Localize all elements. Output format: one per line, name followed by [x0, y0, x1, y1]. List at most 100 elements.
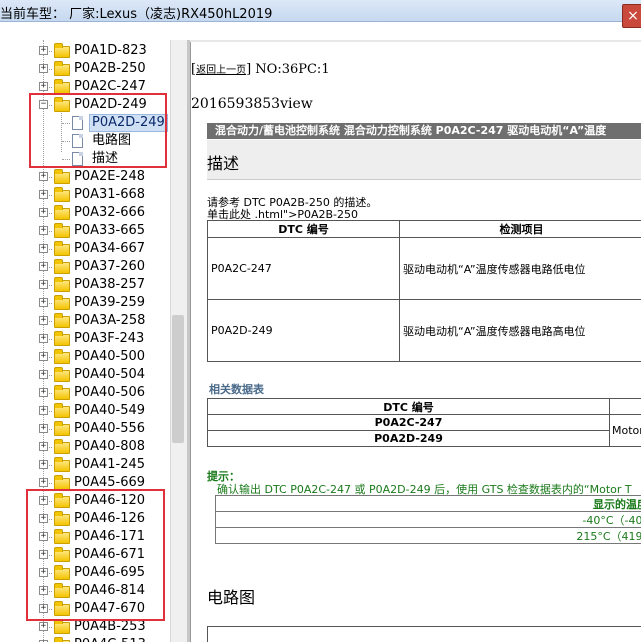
- expand-icon[interactable]: +: [39, 388, 48, 397]
- tree-node-label[interactable]: P0A4C-513: [74, 637, 146, 642]
- tree-node-folder[interactable]: + P0A40-504: [0, 366, 170, 384]
- folder-icon: [54, 241, 70, 256]
- dtc-table-cell-item-text: 驱动电动机“A”温度传感器电路低电位: [403, 262, 586, 276]
- tree-node-folder[interactable]: + P0A1D-823: [0, 42, 170, 60]
- tree-node-folder[interactable]: + P0A40-506: [0, 384, 170, 402]
- content-pane: [返回上一页] NO:36PC:1 2016593853view 混合动力/蓄电…: [190, 40, 641, 642]
- tree-node-folder[interactable]: + P0A39-259: [0, 294, 170, 312]
- tree-node-label[interactable]: P0A40-506: [74, 385, 145, 401]
- tree-node-folder[interactable]: + P0A2B-250: [0, 60, 170, 78]
- tree-node-label[interactable]: P0A31-668: [74, 187, 145, 203]
- tree-node-label[interactable]: P0A2B-250: [74, 61, 146, 77]
- tree-node-label[interactable]: P0A39-259: [74, 295, 145, 311]
- tree-node-label[interactable]: P0A40-549: [74, 403, 145, 419]
- content-top-border: [190, 40, 641, 42]
- dtc-table-cell-item: 驱动电动机“A”温度传感器电路高电位: [399, 299, 641, 362]
- folder-icon: [54, 367, 70, 382]
- highlight-box-expanded: [29, 93, 167, 168]
- tree-node-label[interactable]: P0A2E-248: [74, 169, 145, 185]
- tree-node-folder[interactable]: +P0A4C-513: [0, 636, 170, 642]
- related-table-cell-side: Motor: [609, 414, 641, 447]
- expand-icon[interactable]: +: [39, 334, 48, 343]
- tree-node-folder[interactable]: + P0A32-666: [0, 204, 170, 222]
- expand-icon[interactable]: +: [39, 172, 48, 181]
- folder-icon: [54, 313, 70, 328]
- tree-node-folder[interactable]: + P0A3F-243: [0, 330, 170, 348]
- folder-icon: [54, 259, 70, 274]
- expand-icon[interactable]: +: [39, 316, 48, 325]
- view-id: 2016593853view: [191, 96, 313, 112]
- expand-icon[interactable]: +: [39, 370, 48, 379]
- back-link[interactable]: 返回上一页: [196, 65, 246, 76]
- tree-node-folder[interactable]: + P0A31-668: [0, 186, 170, 204]
- tree-node-label[interactable]: P0A4B-253: [74, 619, 146, 635]
- tree-node-folder[interactable]: + P0A3A-258: [0, 312, 170, 330]
- expand-icon[interactable]: +: [39, 190, 48, 199]
- tree-node-folder[interactable]: + P0A2E-248: [0, 168, 170, 186]
- tree-scrollbar-thumb[interactable]: [172, 315, 184, 443]
- tree-node-label[interactable]: P0A32-666: [74, 205, 145, 221]
- hint-table-cell-text: -40°C（-40°: [582, 513, 641, 527]
- dtc-table-header-code: DTC 编号: [207, 220, 400, 238]
- dtc-table-cell-item-text: 驱动电动机“A”温度传感器电路高电位: [403, 324, 586, 338]
- expand-icon[interactable]: +: [39, 64, 48, 73]
- expand-icon[interactable]: +: [39, 262, 48, 271]
- tree-node-folder[interactable]: + P0A37-260: [0, 258, 170, 276]
- folder-icon: [54, 295, 70, 310]
- tree-node-label[interactable]: P0A40-504: [74, 367, 145, 383]
- section-title-description: 描述: [207, 154, 240, 173]
- expand-icon[interactable]: +: [39, 424, 48, 433]
- tree-node-folder[interactable]: + P0A33-665: [0, 222, 170, 240]
- circuit-frame: [207, 626, 641, 642]
- tree-node-folder[interactable]: + P0A34-667: [0, 240, 170, 258]
- expand-icon[interactable]: +: [39, 208, 48, 217]
- expand-icon[interactable]: +: [39, 442, 48, 451]
- close-icon: ×: [627, 8, 639, 24]
- tree-node-label[interactable]: P0A37-260: [74, 259, 145, 275]
- nav-bar: [返回上一页] NO:36PC:1: [191, 61, 330, 77]
- folder-icon: [54, 331, 70, 346]
- expand-icon[interactable]: +: [39, 244, 48, 253]
- tree-node-label[interactable]: P0A3A-258: [74, 313, 145, 329]
- tree-node-folder[interactable]: + P0A40-556: [0, 420, 170, 438]
- folder-icon: [54, 421, 70, 436]
- folder-icon: [54, 187, 70, 202]
- folder-icon: [54, 277, 70, 292]
- folder-icon: [54, 223, 70, 238]
- dtc-table-header-item: 检测项目: [399, 220, 641, 238]
- tree-node-folder[interactable]: + P0A40-549: [0, 402, 170, 420]
- tree-node-label[interactable]: P0A34-667: [74, 241, 145, 257]
- tree-node-label[interactable]: P0A40-556: [74, 421, 145, 437]
- hint-table-cell-text: 215°C（419°: [576, 529, 641, 543]
- expand-icon[interactable]: +: [39, 460, 48, 469]
- related-table-cell-code-text: P0A2D-249: [374, 432, 443, 445]
- expand-icon[interactable]: +: [39, 478, 48, 487]
- expand-icon[interactable]: +: [39, 226, 48, 235]
- tree-node-label[interactable]: P0A40-808: [74, 439, 145, 455]
- tree-node-label[interactable]: P0A33-665: [74, 223, 145, 239]
- tree-node-folder[interactable]: + P0A38-257: [0, 276, 170, 294]
- expand-icon[interactable]: +: [39, 406, 48, 415]
- tree-node-label[interactable]: P0A1D-823: [74, 43, 147, 59]
- tree-node-folder[interactable]: + P0A40-808: [0, 438, 170, 456]
- tree-node-label[interactable]: P0A38-257: [74, 277, 145, 293]
- tree-node-label[interactable]: P0A40-500: [74, 349, 145, 365]
- tree-node-folder[interactable]: + P0A41-245: [0, 456, 170, 474]
- folder-icon: [54, 403, 70, 418]
- close-button[interactable]: ×: [622, 4, 641, 28]
- tree-node-folder[interactable]: + P0A40-500: [0, 348, 170, 366]
- expand-icon[interactable]: +: [39, 622, 48, 631]
- tree-node-label[interactable]: P0A3F-243: [74, 331, 144, 347]
- expand-icon[interactable]: +: [39, 82, 48, 91]
- expand-icon[interactable]: +: [39, 280, 48, 289]
- folder-icon: [54, 439, 70, 454]
- expand-icon[interactable]: +: [39, 352, 48, 361]
- expand-icon[interactable]: +: [39, 298, 48, 307]
- folder-icon: [54, 169, 70, 184]
- expand-icon[interactable]: +: [39, 46, 48, 55]
- dtc-table-header-item-text: 检测项目: [499, 223, 544, 236]
- folder-icon: [54, 385, 70, 400]
- tree-node-label[interactable]: P0A41-245: [74, 457, 145, 473]
- app-window: 当前车型： 厂家:Lexus（凌志)RX450hL2019 × + P0A1D-8…: [0, 0, 641, 642]
- breadcrumb-bar: 混合动力/蓄电池控制系统 混合动力控制系统 P0A2C-247 驱动电动机“A”…: [207, 123, 641, 139]
